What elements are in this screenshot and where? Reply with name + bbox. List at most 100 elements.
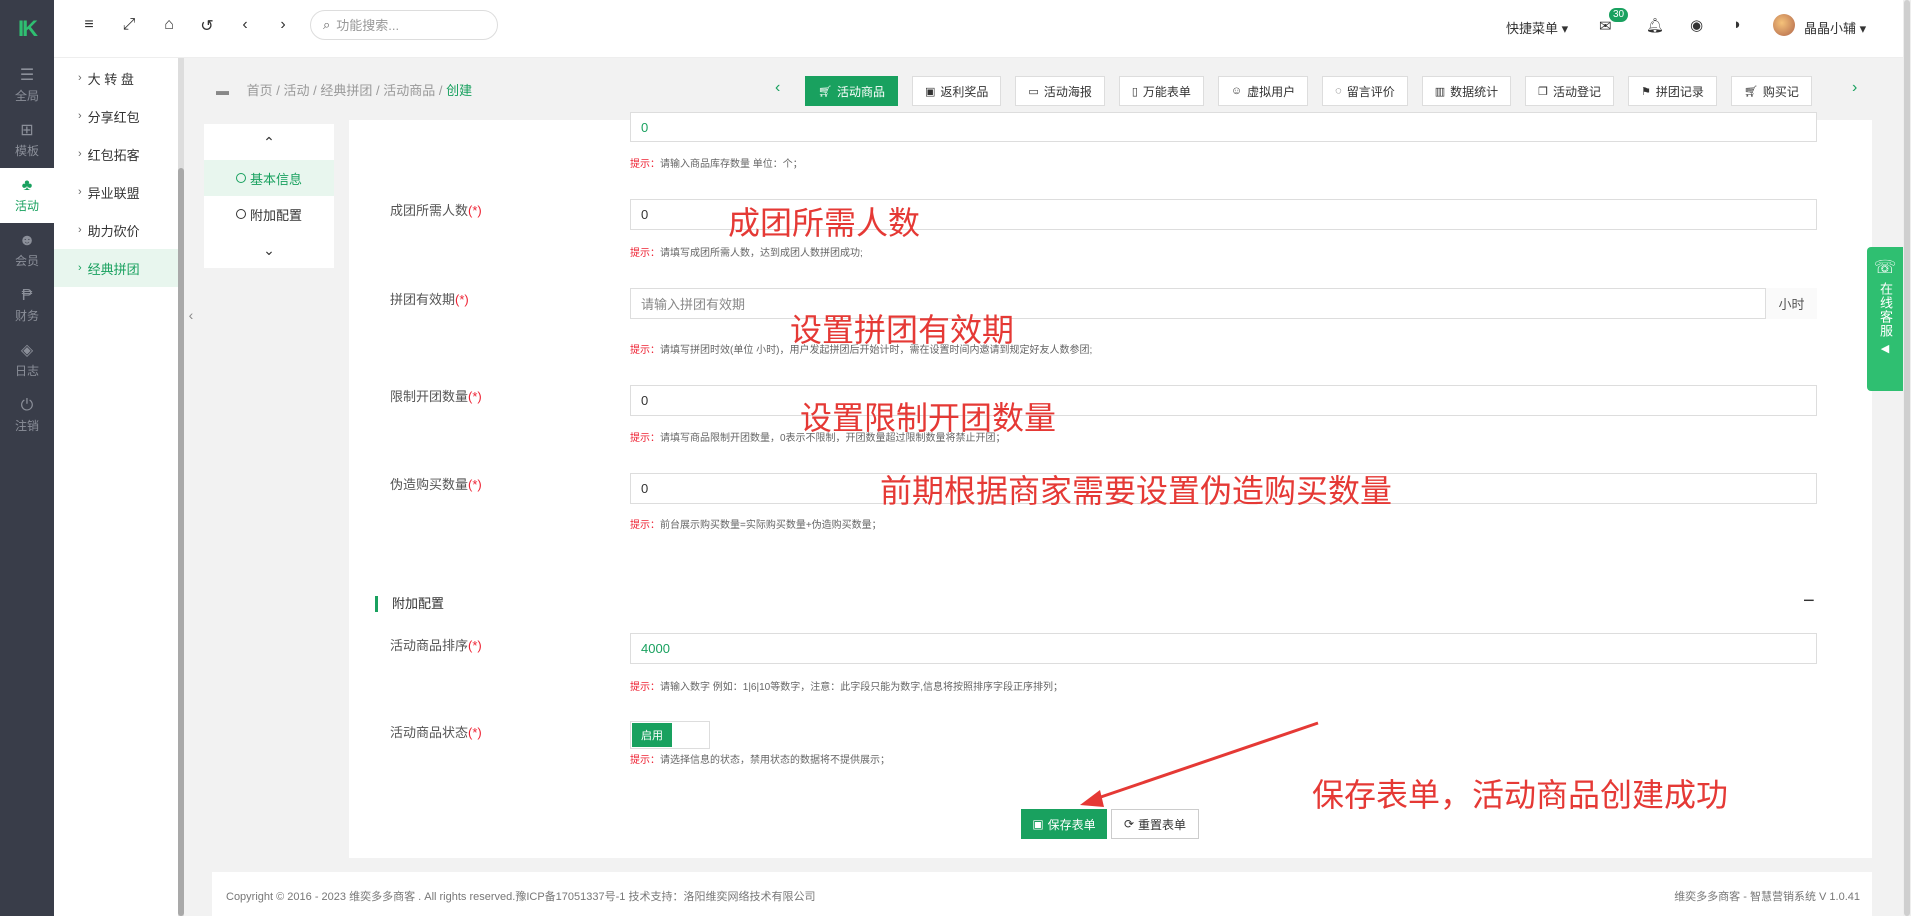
chevron-right-icon: ›	[78, 148, 82, 160]
tab-label: 留言评价	[1346, 84, 1395, 99]
mail-icon[interactable]: ✉ 30	[1599, 8, 1629, 35]
tab-group-record[interactable]: ⚑ 拼团记录	[1628, 76, 1717, 106]
top-bar: ≡ ⤢ ⌂ ↺ ‹ › ⌕ 快捷菜单 ▾ ✉30 🔔︎ ◉ ◗ 晶晶小辅 ▾	[54, 0, 1903, 58]
chevron-right-icon: ›	[78, 186, 82, 198]
tab-statistics[interactable]: ▥ 数据统计	[1421, 76, 1512, 106]
tabs-prev-icon[interactable]: ‹	[775, 79, 780, 97]
chevron-right-icon: ›	[78, 110, 82, 122]
rail-item-logout[interactable]: ⏻ 注销	[0, 388, 54, 443]
image-icon: ▭	[1028, 85, 1039, 98]
save-button[interactable]: ▣ 保存表单	[1021, 809, 1107, 839]
page-scrollbar[interactable]	[1903, 0, 1911, 916]
sort-input[interactable]: 4000	[630, 633, 1817, 664]
sidebar-item-label: 助力砍价	[87, 223, 140, 239]
sidebar-item-redpacket-acquire[interactable]: › 红包拓客	[54, 135, 180, 173]
quick-menu[interactable]: 快捷菜单 ▾	[1506, 18, 1568, 37]
tab-label: 活动登记	[1553, 84, 1602, 99]
tab-strip: 🛒︎ 活动商品 ▣ 返利奖品 ▭ 活动海报 ▯ 万能表单 ☺ 虚拟用户 ◌ 留言评价 ▥ 数据…	[805, 76, 1848, 106]
sidebar-item-share-redpacket[interactable]: › 分享红包	[54, 97, 180, 135]
rail-item-log[interactable]: ◈ 日志	[0, 333, 54, 388]
sidebar-scrollbar[interactable]	[178, 58, 184, 916]
chevron-right-icon: ›	[78, 224, 82, 236]
tab-purchase-record[interactable]: 🛒︎ 购买记	[1730, 76, 1812, 106]
extra-config-title: 附加配置	[375, 596, 444, 612]
caret-down-icon: ▾	[1859, 21, 1867, 36]
function-search[interactable]: ⌕	[310, 10, 498, 40]
status-toggle[interactable]: 启用	[630, 721, 710, 749]
gift-icon: ▣	[924, 85, 936, 98]
sidebar-item-alliance[interactable]: › 异业联盟	[54, 173, 180, 211]
tab-label: 活动商品	[836, 84, 885, 99]
tabs-next-icon[interactable]: ›	[1852, 79, 1857, 97]
user-menu[interactable]: 晶晶小辅 ▾	[1804, 18, 1866, 37]
sliders-icon: ☰	[19, 67, 35, 84]
collapse-sidebar-icon[interactable]: ‹	[184, 302, 198, 328]
back-icon[interactable]: ‹	[234, 16, 256, 34]
sidebar-item-bargain[interactable]: › 助力砍价	[54, 211, 180, 249]
avatar[interactable]	[1773, 14, 1795, 36]
pocket-icon[interactable]: ◗	[1733, 16, 1742, 33]
forward-icon[interactable]: ›	[272, 16, 294, 34]
fullscreen-icon[interactable]: ⤢	[118, 16, 140, 34]
scrollbar-thumb[interactable]	[178, 168, 184, 916]
sidebar-item-wheel[interactable]: › 大 转 盘	[54, 59, 180, 97]
comment-icon: ◌	[1335, 85, 1342, 97]
reset-label: 重置表单	[1138, 817, 1187, 832]
toggle-on-label: 启用	[632, 723, 672, 747]
annotation-group-size: 成团所需人数	[728, 204, 921, 242]
validity-unit: 小时	[1765, 288, 1817, 319]
chevron-up-icon[interactable]: ⌃	[204, 124, 334, 160]
online-service-label: 在线客服	[1878, 282, 1893, 338]
hint-text: 前台展示购买数量=实际购买数量+伪造购买数量；	[660, 520, 882, 531]
collapse-section-icon[interactable]: −	[1803, 590, 1815, 613]
label-text: 伪造购买数量	[390, 477, 469, 492]
fake-buy-label: 伪造购买数量(*)	[390, 474, 482, 493]
username: 晶晶小辅	[1804, 21, 1857, 36]
footer: Copyright © 2016 - 2023 维奕多多商客 . All rig…	[212, 872, 1872, 916]
online-service-button[interactable]: ☏ 在线客服 ◀	[1867, 247, 1903, 391]
section-label: 附加配置	[249, 207, 302, 223]
tab-registration[interactable]: ❐ 活动登记	[1525, 76, 1615, 106]
refresh-icon[interactable]: ↺	[196, 16, 218, 36]
sidebar-item-label: 分享红包	[87, 109, 140, 125]
scrollbar-thumb[interactable]	[1904, 0, 1910, 916]
rail-item-finance[interactable]: ₱ 财务	[0, 278, 54, 333]
rail-item-activity[interactable]: ♣ 活动	[0, 168, 54, 223]
breadcrumb-goods[interactable]: 活动商品	[383, 83, 435, 98]
sidebar-item-label: 红包拓客	[87, 147, 140, 163]
rail-item-label: 会员	[14, 254, 39, 268]
rail-item-label: 注销	[14, 419, 39, 433]
reset-button[interactable]: ⟳ 重置表单	[1111, 809, 1199, 839]
breadcrumb-home[interactable]: 首页	[247, 83, 273, 98]
rail-item-template[interactable]: ⊞ 模板	[0, 113, 54, 168]
tab-poster[interactable]: ▭ 活动海报	[1015, 76, 1105, 106]
circle-icon	[235, 173, 246, 183]
bell-icon[interactable]: 🔔︎	[1646, 17, 1664, 34]
hint-text: 请选择信息的状态，禁用状态的数据将不提供展示；	[660, 755, 890, 766]
chevron-down-icon[interactable]: ⌄	[204, 232, 334, 268]
app-logo: IK	[18, 16, 38, 41]
menu-icon[interactable]: ≡	[78, 16, 100, 34]
user-plus-icon: ☺	[1230, 85, 1243, 97]
breadcrumb-group-buy[interactable]: 经典拼团	[320, 83, 372, 98]
search-input[interactable]	[336, 17, 477, 33]
tab-virtual-user[interactable]: ☺ 虚拟用户	[1217, 76, 1309, 106]
rail-item-member[interactable]: ☻ 会员	[0, 223, 54, 278]
breadcrumb-activity[interactable]: 活动	[283, 83, 309, 98]
annotation-validity: 设置拼团有效期	[790, 311, 1015, 349]
section-extra-config[interactable]: 附加配置	[204, 196, 334, 232]
tab-activity-goods[interactable]: 🛒︎ 活动商品	[805, 76, 898, 106]
sidebar-item-label: 大 转 盘	[87, 71, 134, 87]
tab-comments[interactable]: ◌ 留言评价	[1322, 76, 1408, 106]
sidebar-item-group-buy[interactable]: › 经典拼团	[54, 249, 180, 287]
user-circle-icon[interactable]: ◉	[1690, 16, 1703, 34]
sub-sidebar: › 大 转 盘 › 分享红包 › 红包拓客 › 异业联盟 › 助力砍价 › 经典拼团	[54, 58, 180, 916]
home-icon[interactable]: ⌂	[158, 16, 180, 34]
rail-item-global[interactable]: ☰ 全局	[0, 58, 54, 113]
hint-text: 请输入数字 例如：1|6|10等数字，注意：此字段只能为数字,信息将按照排序字段…	[660, 682, 1063, 693]
stock-input[interactable]: 0	[630, 112, 1817, 142]
search-icon: ⌕	[323, 17, 331, 32]
section-basic-info[interactable]: 基本信息	[204, 160, 334, 196]
tab-form[interactable]: ▯ 万能表单	[1118, 76, 1204, 106]
tab-rebate-prize[interactable]: ▣ 返利奖品	[911, 76, 1002, 106]
